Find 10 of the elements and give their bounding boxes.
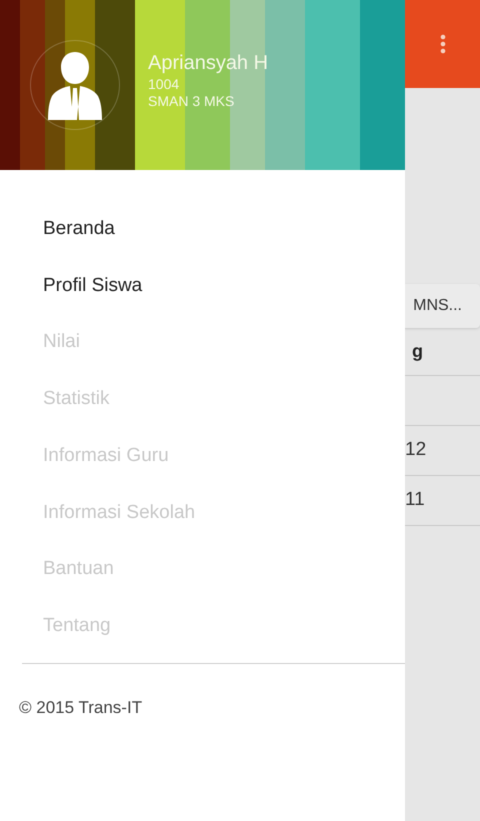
more-icon[interactable] — [440, 34, 446, 54]
person-icon — [46, 50, 104, 120]
column-header: g — [412, 340, 423, 363]
copyright-text: © 2015 Trans-IT — [19, 698, 142, 716]
menu-item[interactable]: Beranda — [0, 201, 405, 258]
user-name: Apriansyah H — [148, 51, 268, 76]
school-name: SMAN 3 MKS — [148, 93, 236, 110]
user-id: 1004 — [148, 76, 180, 93]
table-cell-text: 12 — [405, 438, 426, 462]
table-cell-text: 11 — [405, 488, 425, 512]
